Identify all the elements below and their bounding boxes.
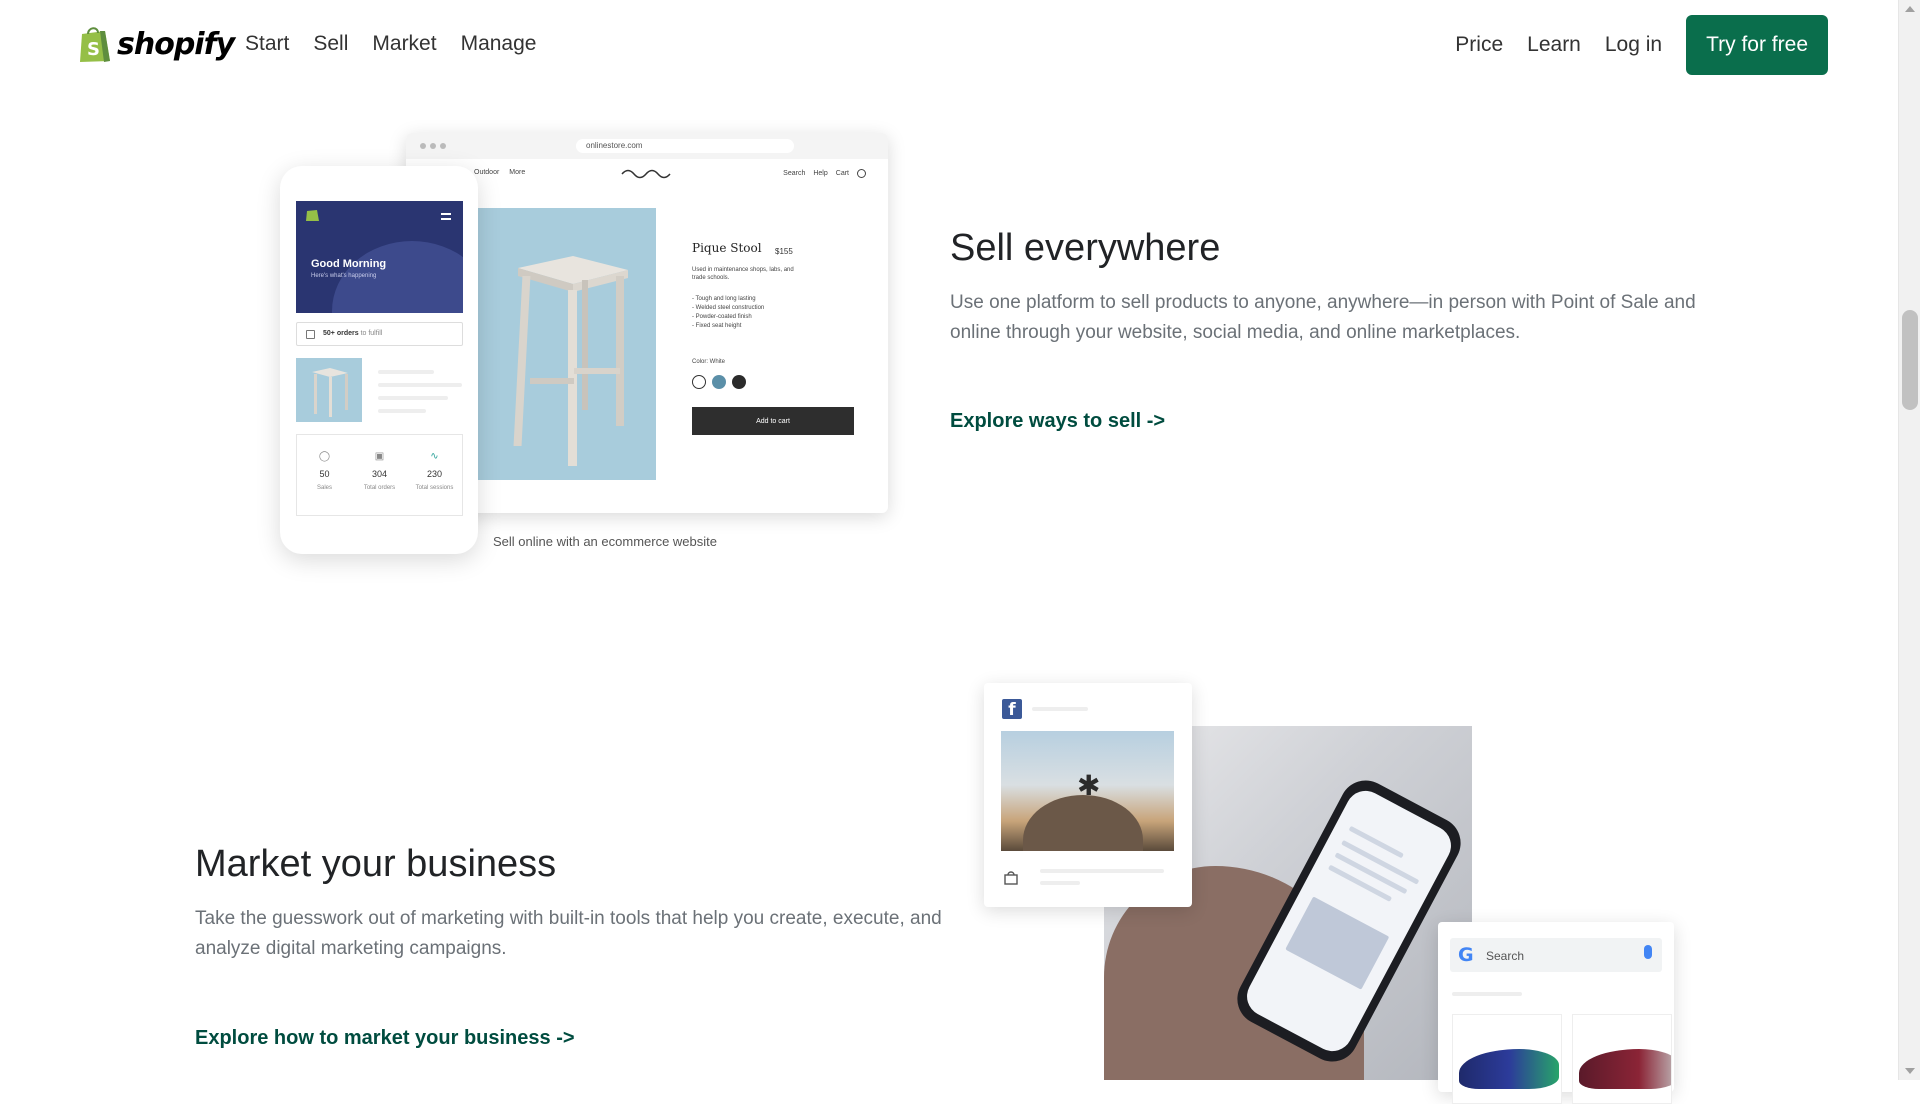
product-feature: - Powder-coated finish (692, 314, 752, 320)
sell-everywhere-description: Use one platform to sell products to any… (950, 292, 1696, 343)
facebook-post-card: f ✱ (984, 683, 1192, 907)
product-description: Used in maintenance shops, labs, and tra… (692, 267, 794, 281)
explore-ways-to-sell-link[interactable]: Explore ways to sell -> (950, 410, 1165, 433)
swatch-black[interactable] (732, 375, 746, 389)
stat-sales: ◯ 50 Sales (300, 451, 350, 515)
store-nav-left: Outdoor More (474, 169, 525, 176)
nav-learn[interactable]: Learn (1527, 33, 1581, 57)
store-nav-cart: Cart (835, 170, 849, 177)
browser-bar: onlinestore.com (406, 133, 888, 159)
admin-phone-mockup: Good Morning Here's what's happening 50+… (280, 166, 478, 554)
add-to-cart-button: Add to cart (692, 407, 854, 435)
nav-market[interactable]: Market (372, 32, 436, 56)
stat-label: Sales (316, 485, 332, 491)
shoe-image (1459, 1049, 1559, 1089)
nav-sell[interactable]: Sell (313, 32, 348, 56)
stool-illustration (513, 256, 628, 466)
stats-panel: ◯ 50 Sales ▣ 304 Total orders ∿ 230 Tota… (296, 434, 463, 516)
store-browser-mockup: onlinestore.com Outdoor More Search Help… (406, 133, 888, 513)
scroll-down-arrow-icon[interactable] (1905, 1068, 1915, 1074)
store-logo-icon (621, 169, 671, 179)
market-heading: Market your business (195, 843, 557, 885)
brand-wordmark: shopify (117, 26, 235, 62)
store-nav-outdoor: Outdoor (474, 169, 500, 176)
stat-orders: ▣ 304 Total orders (355, 451, 405, 515)
market-description: Take the guesswork out of marketing with… (195, 908, 942, 959)
stat-value: 304 (371, 469, 388, 479)
orders-suffix: to fulfill (360, 330, 383, 337)
stat-label: Total orders (363, 485, 396, 491)
trend-icon: ∿ (430, 451, 439, 462)
url-bar: onlinestore.com (576, 139, 794, 153)
scrollbar-thumb[interactable] (1902, 310, 1918, 410)
stat-value: 50 (319, 469, 330, 479)
product-features: - Tough and long lasting - Welded steel … (692, 295, 764, 331)
product-price: $155 (775, 247, 793, 256)
product-feature: - Fixed seat height (692, 323, 742, 329)
swatch-white[interactable] (692, 375, 706, 389)
orders-icon (306, 330, 315, 339)
stat-sessions: ∿ 230 Total sessions (410, 451, 460, 515)
orders-count: 50+ orders (323, 330, 359, 337)
store-nav-more: More (509, 169, 526, 176)
shoe-image (1579, 1049, 1671, 1089)
color-label: Color: White (692, 359, 726, 365)
microphone-icon (1644, 945, 1652, 959)
nav-start[interactable]: Start (245, 32, 289, 56)
secondary-nav: Price Learn Log in Try for free (1455, 15, 1828, 75)
scroll-up-arrow-icon[interactable] (1905, 6, 1915, 12)
google-search-bar: G Search (1450, 938, 1662, 972)
product-feature: - Welded steel construction (692, 305, 765, 311)
google-search-card: G Search (1438, 922, 1674, 1104)
placeholder-lines (378, 370, 462, 422)
window-dots (420, 143, 446, 149)
shopping-bag-icon (1004, 871, 1018, 885)
ecommerce-caption: Sell online with an ecommerce website (493, 534, 717, 549)
facebook-icon: f (1002, 699, 1022, 720)
box-icon: ▣ (374, 451, 385, 462)
site-header: S shopify Start Sell Market Manage Price… (0, 0, 1898, 90)
page-scrollbar[interactable] (1898, 0, 1920, 1080)
product-title: Pique Stool (692, 241, 762, 255)
jumping-person-image: ✱ (1001, 731, 1174, 851)
product-feature: - Tough and long lasting (692, 296, 756, 302)
google-icon: G (1458, 944, 1474, 966)
nav-manage[interactable]: Manage (461, 32, 537, 56)
menu-icon (441, 213, 451, 220)
nav-login[interactable]: Log in (1605, 33, 1662, 57)
store-nav-search: Search (783, 170, 806, 177)
primary-nav: Start Sell Market Manage (245, 32, 536, 56)
product-tile (1572, 1014, 1672, 1104)
svg-text:S: S (87, 39, 100, 60)
phone-greeting-banner: Good Morning Here's what's happening (296, 201, 463, 313)
person-icon: ✱ (1077, 770, 1101, 801)
stool-product-image (478, 208, 656, 480)
try-for-free-button[interactable]: Try for free (1686, 15, 1828, 75)
color-swatches (692, 375, 746, 389)
stat-value: 230 (426, 469, 443, 479)
shopify-bag-icon: S (80, 27, 110, 62)
nav-price[interactable]: Price (1455, 33, 1503, 57)
shopify-logo[interactable]: S shopify (78, 24, 235, 64)
greeting-subtitle: Here's what's happening (311, 273, 377, 279)
shopify-bag-icon (306, 210, 319, 221)
sell-everywhere-heading: Sell everywhere (950, 227, 1221, 269)
explore-market-link[interactable]: Explore how to market your business -> (195, 1027, 575, 1050)
greeting-title: Good Morning (311, 258, 387, 270)
dollar-icon: ◯ (318, 451, 331, 462)
swatch-blue[interactable] (712, 375, 726, 389)
store-nav-help: Help (813, 170, 828, 177)
account-icon (857, 169, 866, 178)
stool-thumbnail (296, 358, 362, 422)
orders-to-fulfill: 50+ orders to fulfill (296, 322, 463, 346)
search-placeholder: Search (1486, 949, 1525, 963)
stat-label: Total sessions (415, 485, 454, 491)
product-tile (1452, 1014, 1562, 1104)
store-nav-right: Search Help Cart (783, 169, 866, 178)
